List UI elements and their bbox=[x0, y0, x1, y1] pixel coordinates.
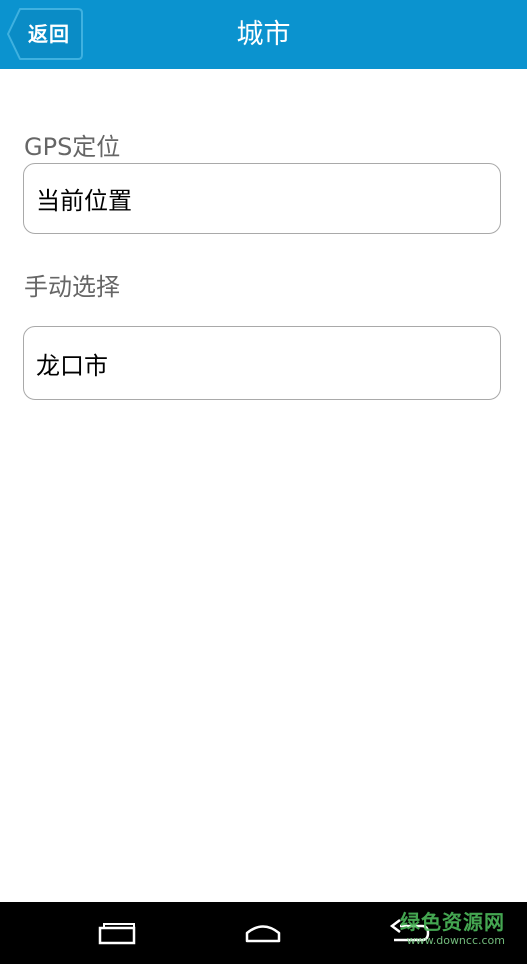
page-title: 城市 bbox=[236, 19, 291, 50]
screen: 返回 城市 GPS定位 当前位置 手动选择 龙口市 绿色资源网 www.down… bbox=[0, 0, 527, 964]
gps-location-field[interactable]: 当前位置 bbox=[23, 163, 501, 234]
home-icon bbox=[245, 925, 281, 943]
gps-section-label: GPS定位 bbox=[24, 133, 121, 161]
gps-location-value: 当前位置 bbox=[36, 187, 132, 215]
city-select-value: 龙口市 bbox=[36, 351, 108, 380]
home-button[interactable] bbox=[223, 902, 303, 964]
city-select-field[interactable]: 龙口市 bbox=[23, 326, 501, 400]
recent-apps-icon bbox=[98, 923, 136, 945]
manual-section-label: 手动选择 bbox=[24, 273, 120, 301]
action-bar: 返回 城市 bbox=[0, 0, 527, 69]
watermark-title: 绿色资源网 bbox=[400, 910, 505, 934]
watermark-url: www.downcc.com bbox=[406, 934, 505, 947]
watermark: 绿色资源网 www.downcc.com bbox=[400, 910, 505, 947]
recent-apps-button[interactable] bbox=[78, 902, 158, 964]
